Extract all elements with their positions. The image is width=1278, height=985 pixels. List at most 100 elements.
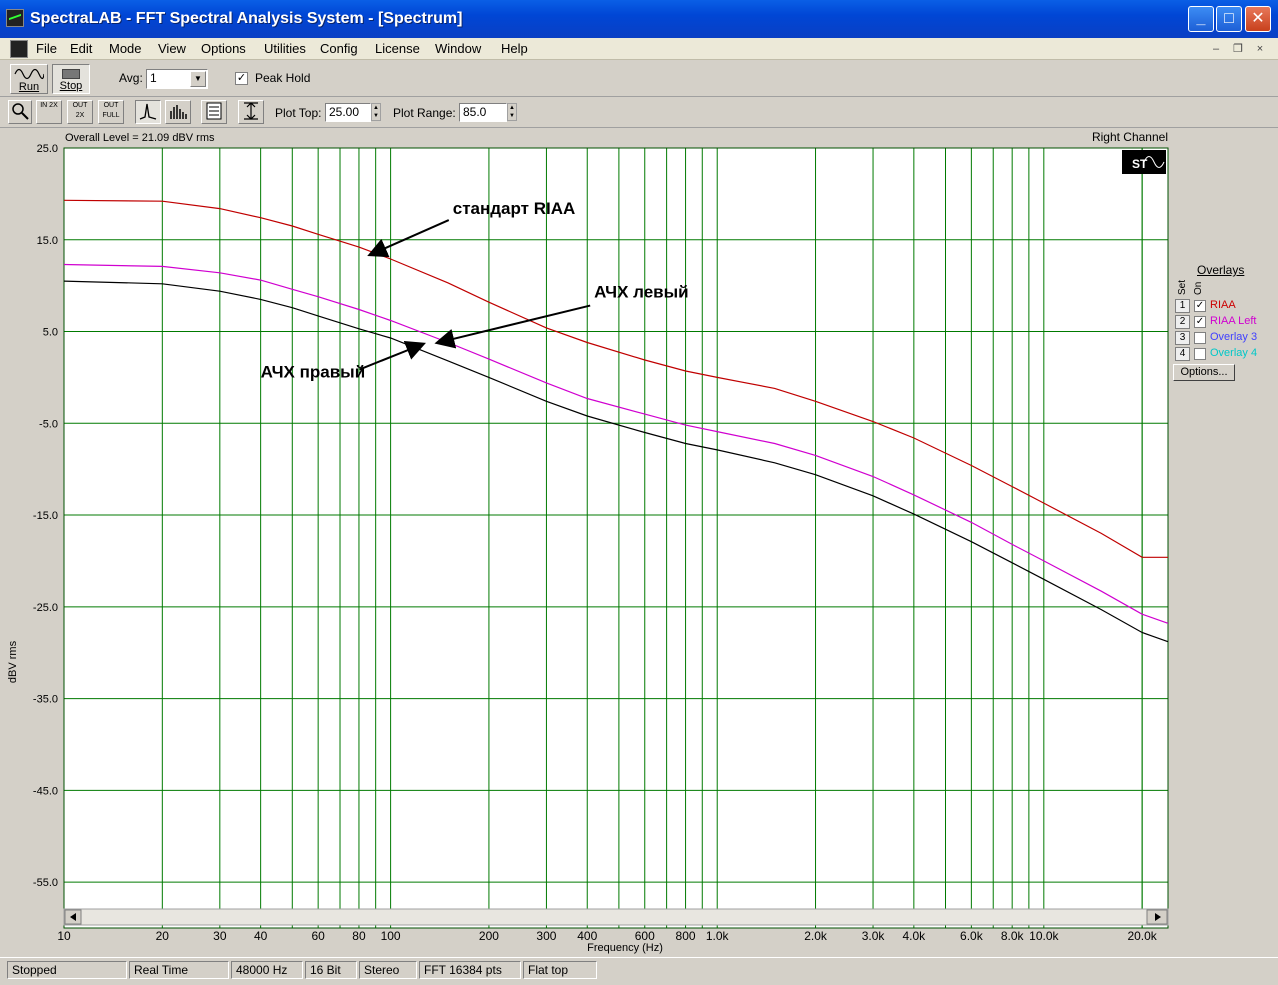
spectralab-app-icon[interactable] [6, 9, 24, 27]
dropdown-arrow-icon[interactable]: ▼ [190, 71, 206, 87]
menu-help[interactable]: Help [501, 41, 528, 56]
annotation-text-1: стандарт RIAA [453, 199, 576, 218]
mdi-minimize-button[interactable]: – [1207, 41, 1225, 57]
line-plot-button[interactable] [135, 100, 161, 124]
overlay-name: RIAA [1210, 299, 1236, 311]
overlay-name: Overlay 4 [1210, 347, 1258, 359]
y-tick-label: -55.0 [33, 877, 58, 889]
status-run-state: Stopped [7, 961, 127, 979]
x-tick-label: 600 [635, 929, 655, 943]
x-tick-label: 20.0k [1127, 929, 1157, 943]
bar-plot-icon [170, 105, 187, 119]
line-plot-icon [139, 103, 157, 120]
overlay-on-checkbox[interactable] [1194, 348, 1206, 360]
x-tick-label: 40 [254, 929, 268, 943]
overall-level-text: Overall Level = 21.09 dBV rms [65, 132, 215, 144]
y-tick-label: -45.0 [33, 785, 58, 797]
overlays-title[interactable]: Overlays [1197, 263, 1244, 277]
zoom-in-2x-button[interactable]: IN 2X [36, 100, 62, 124]
menu-view[interactable]: View [158, 41, 186, 56]
plot-top-input[interactable]: 25.00 [325, 103, 371, 122]
sine-wave-icon [14, 68, 44, 80]
window-title: SpectraLAB - FFT Spectral Analysis Syste… [30, 10, 463, 27]
overlay-on-checkbox[interactable] [1194, 332, 1206, 344]
overlay-name: RIAA Left [1210, 315, 1257, 327]
overlay-options-button[interactable]: Options... [1173, 364, 1235, 381]
overlays-on-header: On [1193, 281, 1204, 295]
overlays-set-header: Set [1177, 279, 1188, 295]
menu-config[interactable]: Config [320, 41, 358, 56]
status-window-type: Flat top [523, 961, 597, 979]
title-bar[interactable]: SpectraLAB - FFT Spectral Analysis Syste… [0, 0, 1278, 38]
status-channels: Stereo [359, 961, 417, 979]
zoom-in-icon: IN 2X [40, 102, 58, 109]
plot-range-input[interactable]: 85.0 [459, 103, 507, 122]
spectrum-chart[interactable]: Overall Level = 21.09 dBV rms Right Chan… [0, 129, 1170, 956]
vertical-arrows-icon [244, 102, 258, 120]
horizontal-scrollbar[interactable] [63, 908, 1169, 926]
x-tick-label: 400 [577, 929, 597, 943]
annotation-text-2: АЧХ левый [594, 283, 688, 302]
status-mode: Real Time [129, 961, 229, 979]
x-axis-label: Frequency (Hz) [587, 942, 663, 954]
run-button[interactable]: Run [10, 64, 48, 94]
x-tick-label: 1.0k [706, 929, 730, 943]
properties-icon [206, 102, 222, 120]
x-tick-label: 800 [676, 929, 696, 943]
y-tick-label: -25.0 [33, 602, 58, 614]
mdi-close-button[interactable]: × [1251, 41, 1269, 57]
bar-plot-button[interactable] [165, 100, 191, 124]
menu-utilities[interactable]: Utilities [264, 41, 306, 56]
menu-options[interactable]: Options [201, 41, 246, 56]
menu-license[interactable]: License [375, 41, 420, 56]
y-tick-label: -5.0 [39, 418, 58, 430]
x-tick-label: 30 [213, 929, 227, 943]
x-tick-label: 60 [311, 929, 325, 943]
x-tick-label: 6.0k [960, 929, 984, 943]
zoom-magnifier-button[interactable] [8, 100, 32, 124]
close-button[interactable]: ✕ [1245, 6, 1271, 32]
overlays-panel: Overlays Set On 1 ✓ RIAA 2 ✓ RIAA Left 3 Overla… [1171, 259, 1276, 389]
stop-label: Stop [59, 80, 83, 92]
spectralab-window: SpectraLAB - FFT Spectral Analysis Syste… [0, 0, 1278, 985]
x-tick-label: 8.0k [1001, 929, 1025, 943]
autoscale-button[interactable] [238, 100, 264, 124]
overlay-set-button[interactable]: 4 [1175, 347, 1190, 361]
stop-square-icon [62, 69, 80, 79]
maximize-button[interactable]: □ [1216, 6, 1242, 32]
menu-edit[interactable]: Edit [70, 41, 92, 56]
avg-select[interactable]: 1 ▼ [146, 69, 208, 89]
plot-properties-button[interactable] [201, 100, 227, 124]
overlay-set-button[interactable]: 2 [1175, 315, 1190, 329]
avg-label: Avg: [119, 71, 143, 85]
plot-toolbar: IN 2X OUT 2X OUT FULL Plot Top: 25.00 ▲ ▼… [0, 98, 1278, 128]
zoom-out-2x-button[interactable]: OUT 2X [67, 100, 93, 124]
peak-hold-checkbox[interactable]: ✓ [235, 72, 248, 85]
x-tick-label: 80 [352, 929, 366, 943]
x-tick-label: 4.0k [903, 929, 927, 943]
menu-bar: File Edit Mode View Options Utilities Co… [0, 38, 1278, 60]
overlay-on-checkbox[interactable]: ✓ [1194, 316, 1206, 328]
overlay-set-button[interactable]: 1 [1175, 299, 1190, 313]
menu-file[interactable]: File [36, 41, 57, 56]
y-tick-label: 15.0 [37, 235, 58, 247]
menu-window[interactable]: Window [435, 41, 481, 56]
plot-range-spinner[interactable]: ▲ ▼ [507, 103, 517, 121]
menu-mode[interactable]: Mode [109, 41, 142, 56]
plot-top-spinner[interactable]: ▲ ▼ [371, 103, 381, 121]
plot-range-label: Plot Range: [393, 106, 456, 120]
minimize-button[interactable]: _ [1188, 6, 1214, 32]
channel-label: Right Channel [1092, 130, 1168, 144]
mdi-restore-button[interactable]: ❐ [1229, 41, 1247, 57]
magnifier-icon [12, 103, 29, 120]
zoom-out-full-button[interactable]: OUT FULL [98, 100, 124, 124]
overlay-on-checkbox[interactable]: ✓ [1194, 300, 1206, 312]
spectrum-doc-icon[interactable] [10, 40, 28, 58]
zoom-out-icon: OUT 2X [72, 102, 88, 119]
plot-background [64, 148, 1168, 928]
stop-button[interactable]: Stop [52, 64, 90, 94]
overlay-name: Overlay 3 [1210, 331, 1258, 343]
overlay-set-button[interactable]: 3 [1175, 331, 1190, 345]
main-toolbar: Run Stop Avg: 1 ▼ ✓ Peak Hold [0, 61, 1278, 97]
y-tick-label: -15.0 [33, 510, 58, 522]
